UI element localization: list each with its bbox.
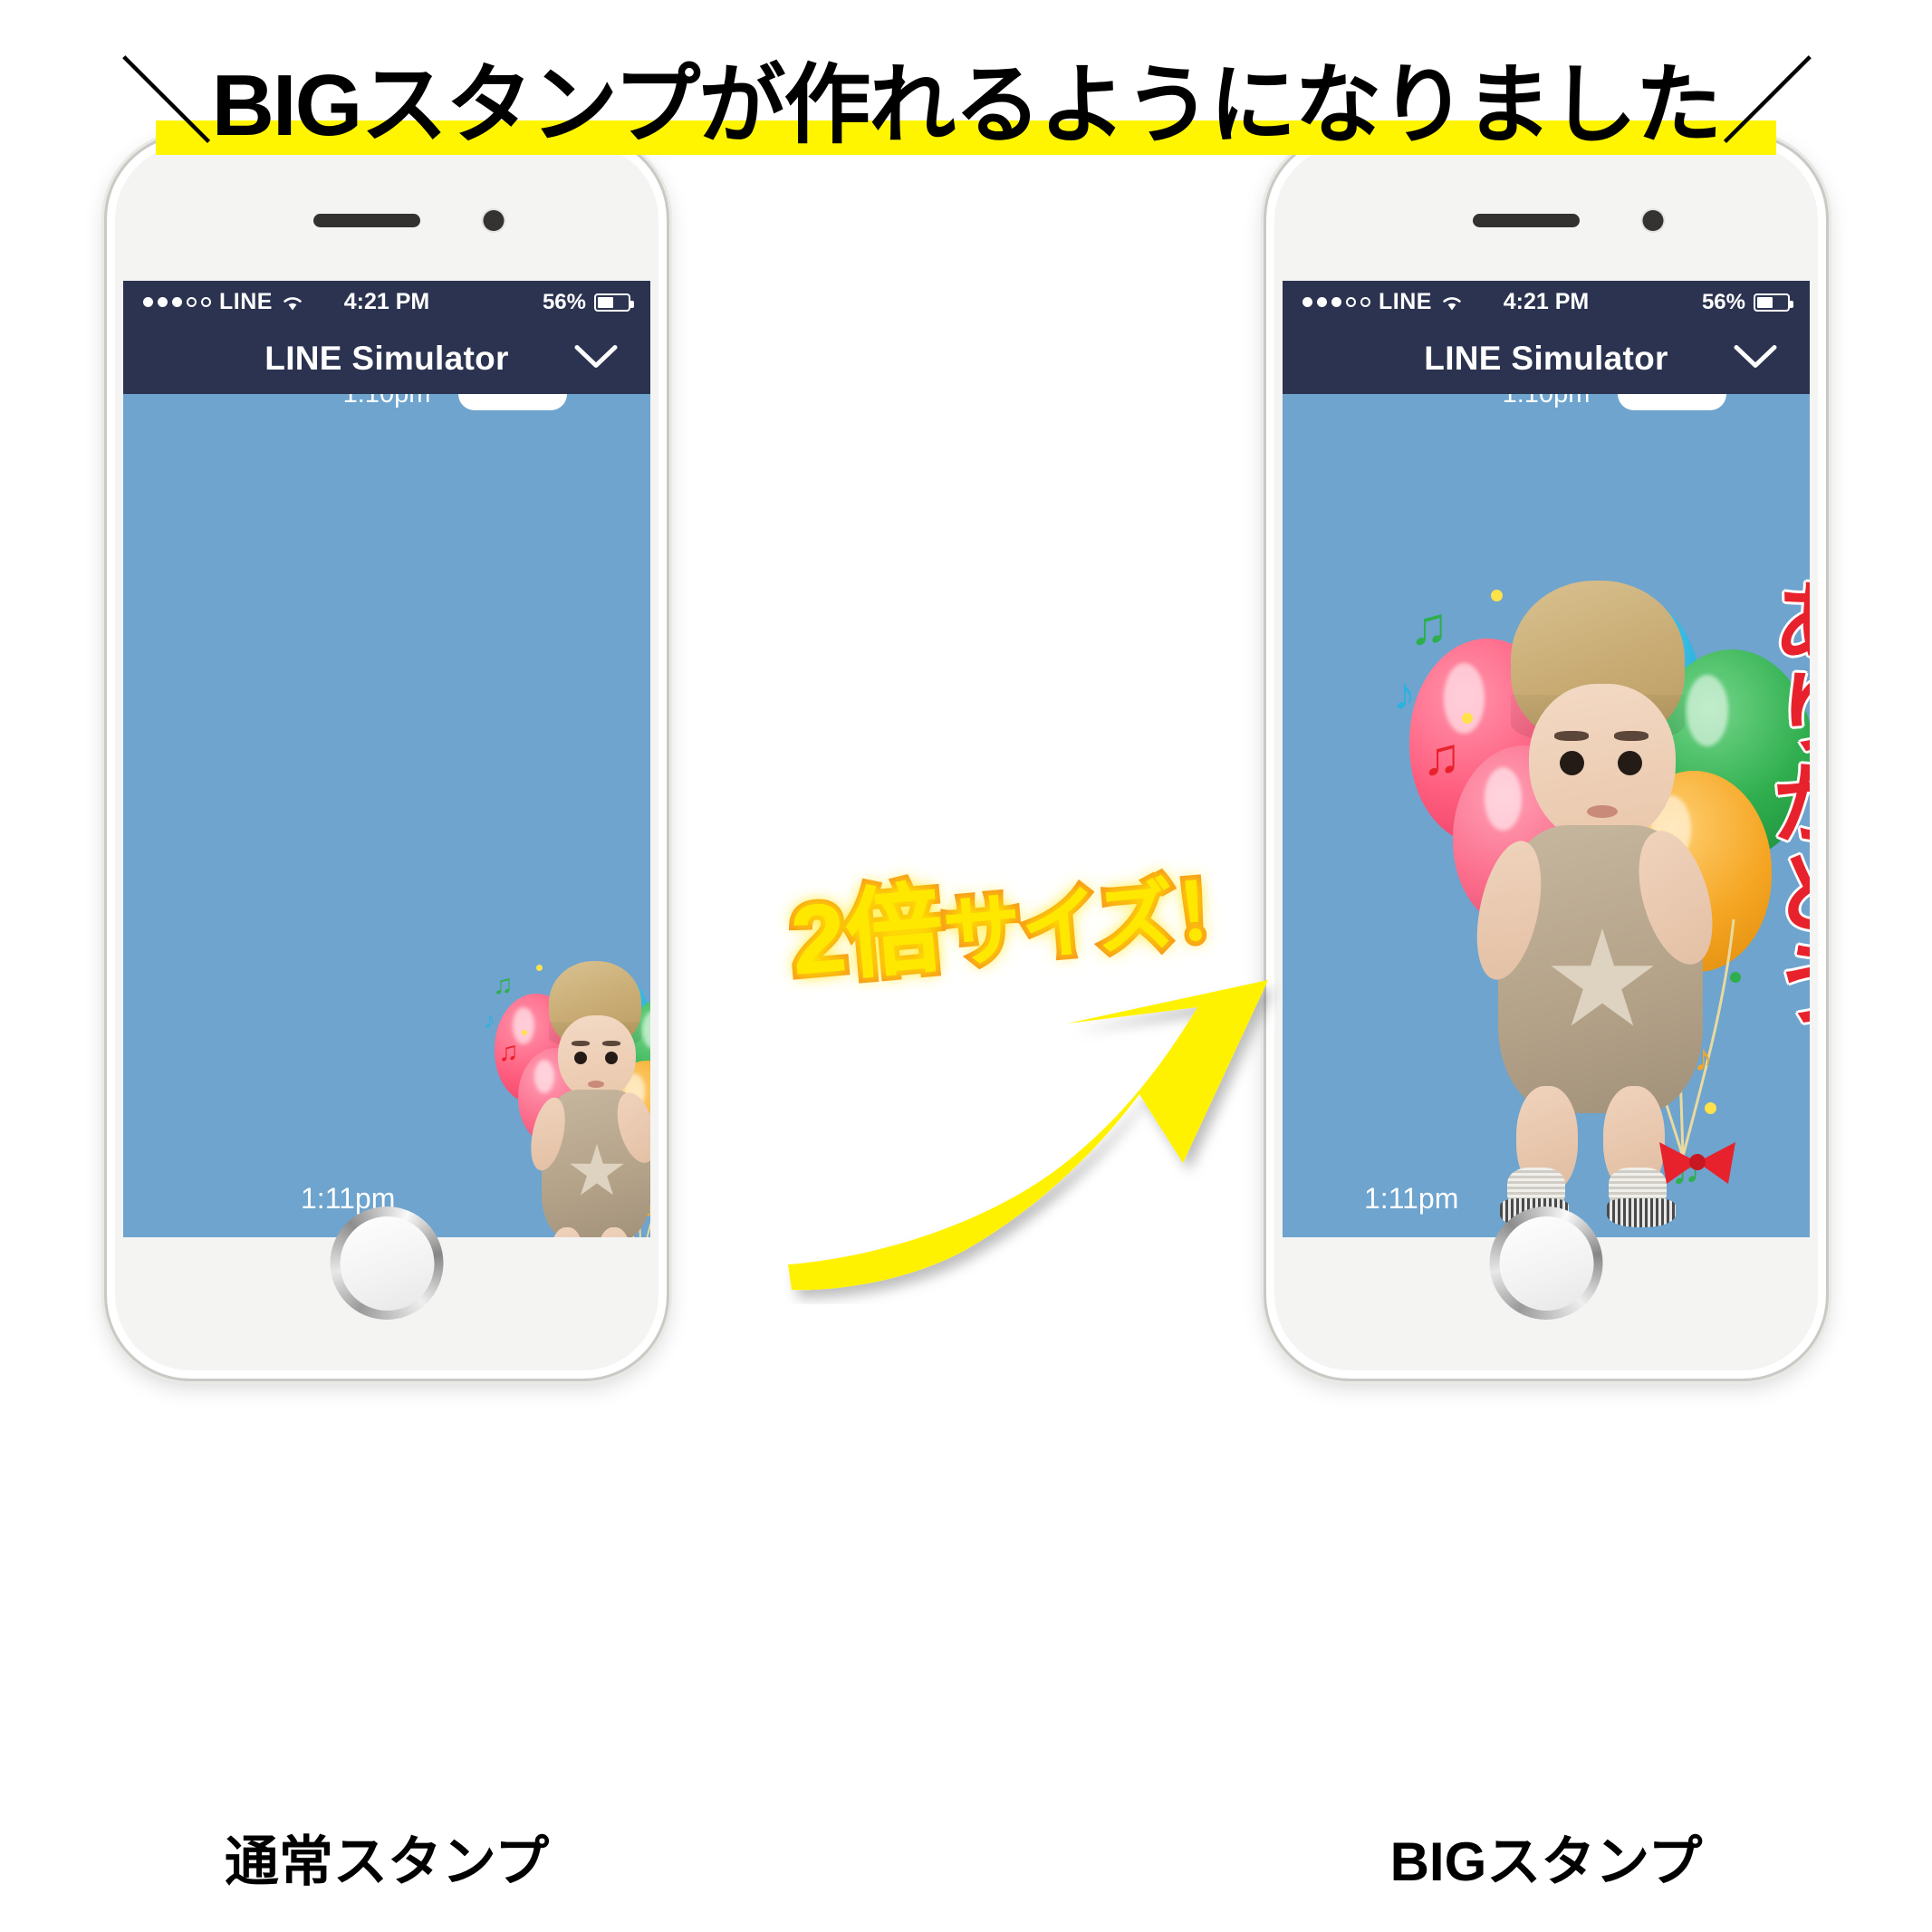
confetti-dot — [1730, 972, 1741, 983]
battery-icon — [1754, 293, 1793, 312]
phone-normal: LINE 4:21 PM 56% LINE Simulator 1:10pm ♫… — [107, 136, 667, 1379]
caption-normal: 通常スタンプ — [107, 1818, 667, 1897]
wifi-icon — [1443, 296, 1461, 310]
confetti-dot — [1462, 713, 1473, 724]
signal-strength-icon — [1302, 297, 1370, 307]
music-note-icon: ♫ — [1409, 597, 1449, 656]
phone-screen-big: LINE 4:21 PM 56% LINE Simulator 1:10pm ♫… — [1283, 281, 1810, 1237]
confetti-dot — [1491, 590, 1503, 601]
baby-eye-right — [1618, 751, 1642, 775]
chevron-down-icon[interactable] — [1732, 342, 1779, 376]
music-note-icon: ♫ — [498, 1037, 519, 1067]
baby-eye-right — [605, 1052, 618, 1064]
nav-bar: LINE Simulator — [1283, 323, 1810, 394]
baby-face — [1529, 684, 1676, 845]
music-note-icon: ♫ — [1422, 727, 1462, 786]
music-note-icon: ♪ — [484, 1006, 495, 1033]
poster-root: ＼BIGスタンプが作れるようになりました／ LINE 4:21 PM 56% L… — [0, 0, 1932, 1932]
message-bubble-peek — [458, 394, 567, 410]
home-button[interactable] — [330, 1206, 444, 1320]
nav-title: LINE Simulator — [1424, 340, 1668, 377]
message-timestamp-top: 1:10pm — [342, 394, 431, 409]
wifi-icon — [284, 296, 302, 310]
front-camera-icon — [1642, 210, 1664, 231]
battery-percent-label: 56% — [1701, 289, 1745, 314]
chat-area: 1:10pm — [1283, 394, 1810, 1237]
message-timestamp-top: 1:10pm — [1502, 394, 1591, 409]
size-badge: 2倍サイズ！ — [782, 822, 1261, 1004]
page-title: ＼BIGスタンプが作れるようになりました／ — [0, 25, 1932, 162]
music-note-icon: ♫ — [493, 970, 514, 1000]
chat-area: 1:10pm — [123, 394, 650, 1237]
earpiece-speaker-icon — [1473, 214, 1580, 227]
confetti-dot — [536, 965, 543, 971]
caption-normal-label: 通常スタンプ — [224, 1831, 550, 1892]
ribbon-bow-icon — [1659, 1142, 1735, 1184]
phone-screen-normal: LINE 4:21 PM 56% LINE Simulator 1:10pm ♫… — [123, 281, 650, 1237]
baby-brow-right — [602, 1041, 620, 1046]
baby-mouth — [588, 1081, 604, 1088]
home-button[interactable] — [1489, 1206, 1603, 1320]
status-bar: LINE 4:21 PM 56% — [1283, 281, 1810, 323]
size-badge-sub: サイズ！ — [935, 860, 1260, 983]
baby-eye-left — [574, 1052, 587, 1064]
confetti-dot — [1705, 1102, 1716, 1114]
message-bubble-peek — [1618, 394, 1726, 410]
baby-brow-left — [572, 1041, 590, 1046]
caption-big-label: BIGスタンプ — [1389, 1831, 1703, 1892]
carrier-label: LINE — [1379, 289, 1432, 314]
signal-strength-icon — [143, 297, 211, 307]
nav-bar: LINE Simulator — [123, 323, 650, 394]
battery-icon — [594, 293, 634, 312]
curved-up-right-arrow-icon — [788, 980, 1268, 1291]
carrier-label: LINE — [219, 289, 273, 314]
battery-percent-label: 56% — [542, 289, 586, 314]
baby-eye-left — [1560, 751, 1584, 775]
caption-big: BIGスタンプ — [1266, 1818, 1826, 1897]
music-note-icon: ♪ — [1393, 668, 1416, 719]
baby-brow-left — [1554, 731, 1589, 741]
baby-brow-right — [1614, 731, 1648, 741]
title-lead-slash: ＼ — [119, 51, 214, 156]
phone-big: LINE 4:21 PM 56% LINE Simulator 1:10pm ♫… — [1266, 136, 1826, 1379]
earpiece-speaker-icon — [313, 214, 420, 227]
size-badge-main: 2倍 — [782, 868, 953, 1000]
sticker-text: ありがとう！ — [1758, 575, 1810, 1119]
title-text: BIGスタンプが作れるようになりました — [211, 57, 1723, 154]
nav-title: LINE Simulator — [264, 340, 509, 377]
sticker-big[interactable]: ♫ ♪ ♫ ♪ ♬ ありがとう！ — [1393, 521, 1810, 1227]
chevron-down-icon[interactable] — [572, 342, 620, 376]
baby-mouth — [1587, 805, 1618, 818]
confetti-dot — [522, 1030, 527, 1035]
title-trail-slash: ／ — [1720, 51, 1814, 156]
front-camera-icon — [483, 210, 505, 231]
status-bar: LINE 4:21 PM 56% — [123, 281, 650, 323]
